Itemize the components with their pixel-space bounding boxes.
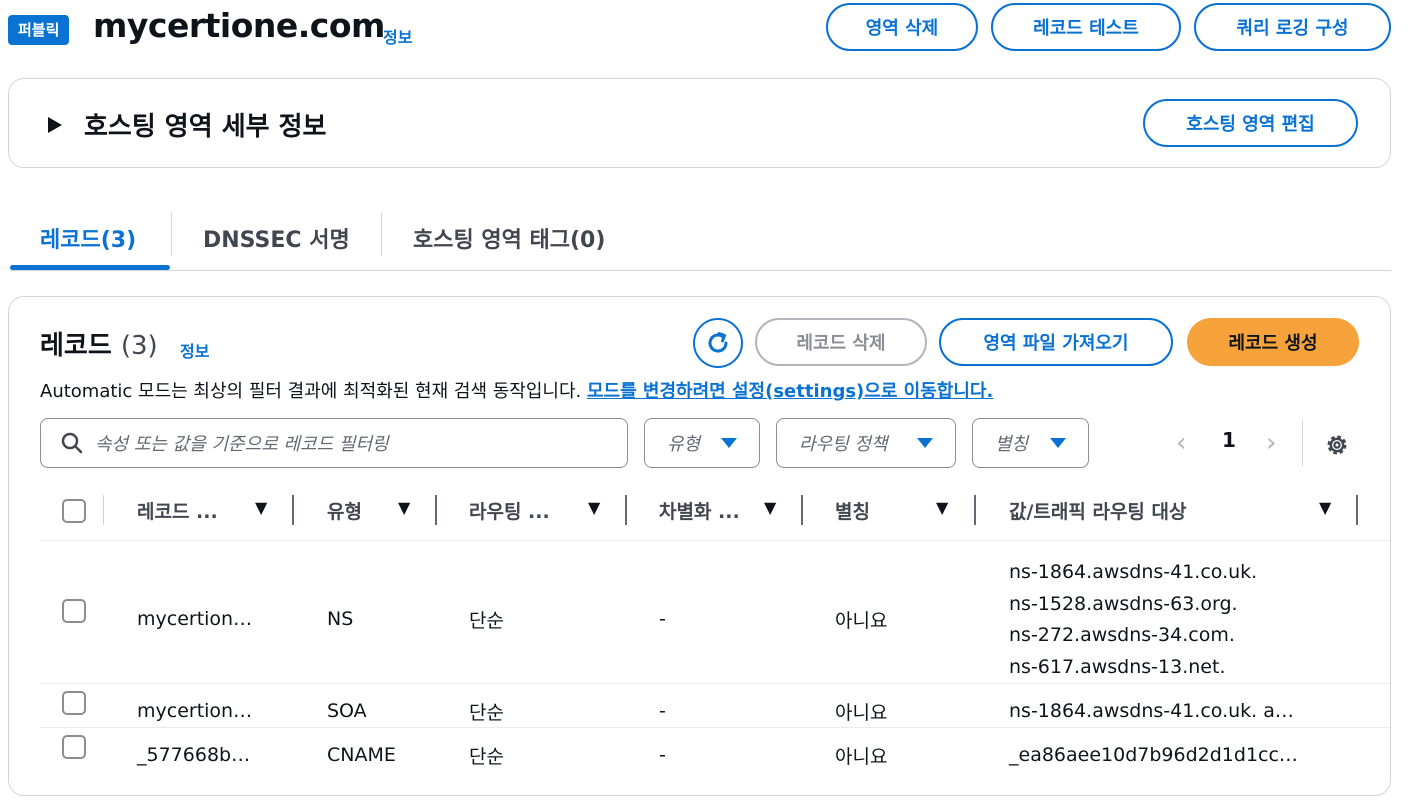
delete-zone-button[interactable]: 영역 삭제 [826, 3, 978, 51]
search-placeholder: 속성 또는 값을 기준으로 레코드 필터링 [95, 434, 389, 455]
gear-icon [1327, 435, 1347, 455]
import-zone-file-button[interactable]: 영역 파일 가져오기 [939, 318, 1173, 366]
sort-icon[interactable]: ▼ [936, 498, 948, 517]
record-value-line: ns-617.awsdns-13.net. [1009, 656, 1226, 678]
row-checkbox[interactable] [62, 599, 86, 623]
details-title: 호스팅 영역 세부 정보 [84, 112, 327, 142]
column-header-differentiator[interactable]: 차별화 ... [659, 497, 740, 524]
record-value-line: ns-1864.awsdns-41.co.uk. a… [1009, 700, 1294, 722]
sort-icon[interactable]: ▼ [398, 498, 410, 517]
search-icon [61, 432, 83, 454]
refresh-button[interactable] [693, 318, 743, 368]
delete-record-button[interactable]: 레코드 삭제 [755, 318, 927, 366]
record-routing-policy: 단순 [469, 702, 504, 724]
header-divider [40, 540, 1390, 541]
select-all-checkbox[interactable] [62, 499, 86, 523]
info-link[interactable]: 정보 [383, 24, 412, 48]
column-divider [103, 495, 104, 525]
tab-records[interactable]: 레코드(3) [40, 222, 136, 254]
records-info-link[interactable]: 정보 [180, 338, 209, 362]
sort-icon[interactable]: ▼ [764, 498, 776, 517]
tab-dnssec-signing[interactable]: DNSSEC 서명 [203, 222, 350, 254]
configure-query-logging-button[interactable]: 쿼리 로깅 구성 [1194, 3, 1391, 51]
column-header-value[interactable]: 값/트래픽 라우팅 대상 [1009, 497, 1187, 524]
active-tab-indicator [10, 265, 170, 270]
column-resizer[interactable] [292, 495, 294, 525]
search-mode-text: Automatic 모드는 최상의 필터 결과에 최적화된 현재 검색 동작입니… [40, 381, 582, 402]
test-record-button[interactable]: 레코드 테스트 [991, 3, 1181, 51]
record-value-line: ns-272.awsdns-34.com. [1009, 624, 1235, 646]
page-title: mycertione.com [93, 6, 385, 45]
record-name[interactable]: mycertion… [137, 608, 252, 630]
record-type: SOA [327, 700, 367, 722]
row-checkbox[interactable] [62, 735, 86, 759]
alias-filter-select[interactable]: 별칭 [972, 418, 1089, 468]
type-filter-select[interactable]: 유형 [644, 418, 760, 468]
record-alias: 아니요 [835, 610, 888, 632]
column-header-record-name[interactable]: 레코드 ... [137, 497, 218, 524]
record-differentiator: - [659, 608, 666, 630]
refresh-icon [708, 332, 728, 353]
create-record-button[interactable]: 레코드 생성 [1187, 318, 1359, 366]
record-filter-input[interactable]: 속성 또는 값을 기준으로 레코드 필터링 [40, 418, 628, 468]
record-value-line: ns-1528.awsdns-63.org. [1009, 593, 1238, 615]
settings-link[interactable]: 모드를 변경하려면 설정(settings)으로 이동합니다. [587, 381, 993, 402]
caret-down-icon [721, 438, 737, 448]
record-alias: 아니요 [835, 746, 888, 768]
sort-icon[interactable]: ▼ [1319, 498, 1331, 517]
caret-right-icon [48, 116, 62, 133]
public-badge: 퍼블릭 [8, 15, 70, 45]
hosted-zone-details-toggle[interactable]: 호스팅 영역 세부 정보 [48, 106, 326, 143]
type-filter-label: 유형 [667, 434, 701, 455]
caret-down-icon [917, 438, 933, 448]
pager-divider [1302, 420, 1303, 466]
table-settings-button[interactable] [1324, 432, 1350, 462]
record-differentiator: - [659, 744, 666, 766]
next-page-icon[interactable]: › [1266, 430, 1276, 456]
tab-divider [381, 212, 382, 256]
column-header-alias[interactable]: 별칭 [835, 497, 870, 524]
records-heading: 레코드 (3) [40, 325, 158, 362]
tabs-baseline [10, 270, 1391, 271]
previous-page-icon[interactable]: ‹ [1176, 430, 1186, 456]
routing-policy-filter-select[interactable]: 라우팅 정책 [776, 418, 956, 468]
column-header-routing-policy[interactable]: 라우팅 ... [469, 497, 550, 524]
routing-policy-filter-label: 라우팅 정책 [799, 434, 888, 455]
records-title: 레코드 [40, 331, 112, 361]
search-mode-notice: Automatic 모드는 최상의 필터 결과에 최적화된 현재 검색 동작입니… [40, 377, 993, 403]
record-alias: 아니요 [835, 702, 888, 724]
record-routing-policy: 단순 [469, 610, 504, 632]
current-page[interactable]: 1 [1222, 428, 1236, 452]
record-routing-policy: 단순 [469, 746, 504, 768]
sort-icon[interactable]: ▼ [588, 498, 600, 517]
record-value-line: _ea86aee10d7b96d2d1d1cc… [1009, 744, 1298, 766]
record-value-line: ns-1864.awsdns-41.co.uk. [1009, 561, 1258, 583]
sort-icon[interactable]: ▼ [255, 498, 267, 517]
column-header-type[interactable]: 유형 [327, 497, 362, 524]
column-resizer[interactable] [801, 495, 803, 525]
column-resizer[interactable] [1356, 495, 1358, 525]
alias-filter-label: 별칭 [995, 434, 1029, 455]
record-type: NS [327, 608, 354, 630]
caret-down-icon [1050, 438, 1066, 448]
column-resizer[interactable] [974, 495, 976, 525]
tab-hosted-zone-tags[interactable]: 호스팅 영역 태그(0) [413, 222, 605, 254]
edit-hosted-zone-button[interactable]: 호스팅 영역 편집 [1143, 99, 1358, 147]
record-type: CNAME [327, 744, 396, 766]
records-count: (3) [120, 331, 158, 361]
record-name[interactable]: _577668b… [137, 744, 250, 766]
column-resizer[interactable] [625, 495, 627, 525]
column-resizer[interactable] [435, 495, 437, 525]
tab-divider [171, 212, 172, 256]
row-divider [40, 683, 1390, 684]
record-differentiator: - [659, 700, 666, 722]
row-divider [40, 727, 1390, 728]
row-checkbox[interactable] [62, 691, 86, 715]
record-name[interactable]: mycertion… [137, 700, 252, 722]
